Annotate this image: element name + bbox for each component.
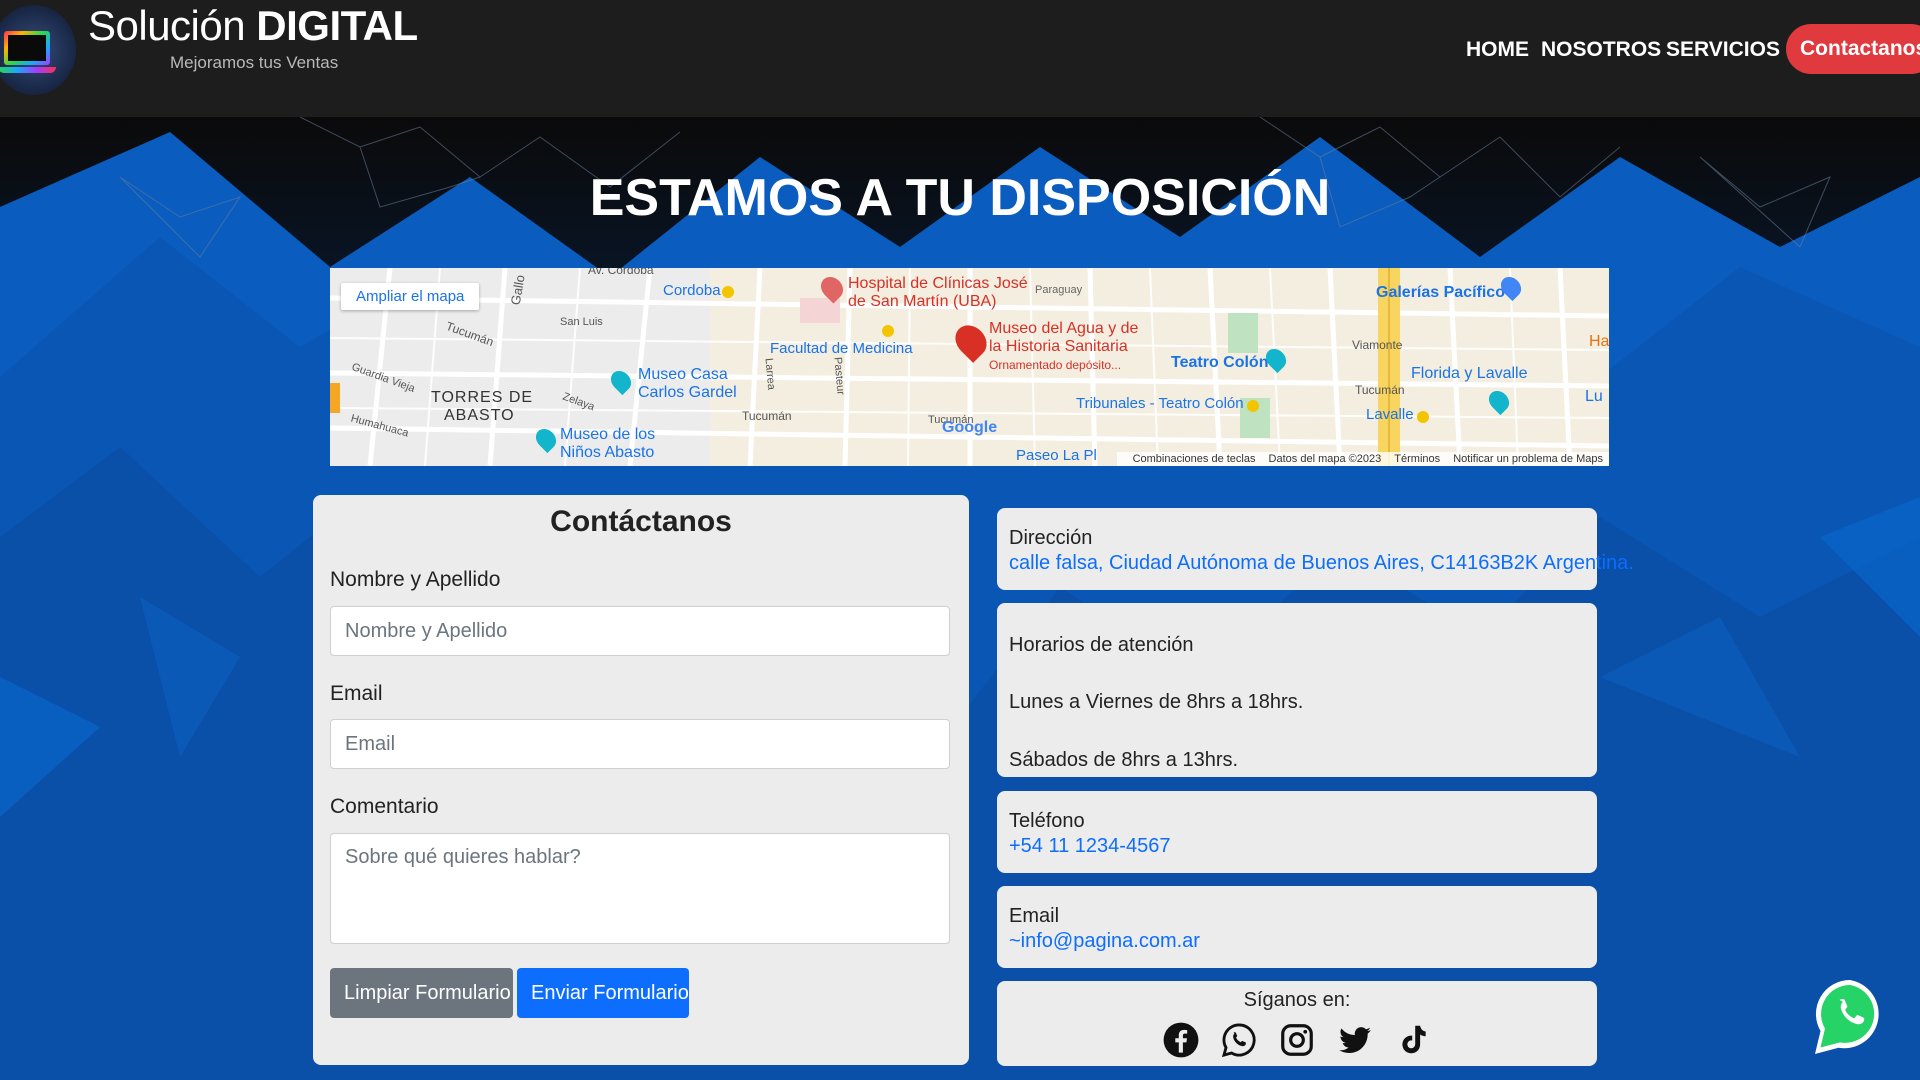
- map-street-label: Av. Córdoba: [588, 268, 654, 277]
- logo[interactable]: [0, 5, 76, 95]
- whatsapp-float-button[interactable]: [1811, 976, 1889, 1060]
- send-form-button[interactable]: Enviar Formulario: [517, 968, 689, 1018]
- page-title: ESTAMOS A TU DISPOSICIÓN: [589, 169, 1331, 227]
- map-street-label: Larrea: [762, 357, 778, 391]
- map-place-label: Florida y Lavalle: [1411, 365, 1528, 382]
- map-place-label: Lavalle: [1366, 406, 1414, 423]
- map-place-label: Teatro Colón: [1171, 354, 1269, 371]
- google-logo: Google: [942, 419, 998, 436]
- map-place-label: Facultad de Medicina: [770, 340, 913, 357]
- map-terms-link[interactable]: Términos: [1394, 453, 1440, 465]
- map-place-label: Tribunales - Teatro Colón: [1076, 395, 1244, 412]
- map-place-label: la Historia Sanitaria: [989, 338, 1128, 355]
- map-place-label: de San Martín (UBA): [848, 293, 997, 310]
- map-street-label: Pasteur: [831, 356, 847, 396]
- map-street-label: Paraguay: [1035, 284, 1083, 296]
- map-report-link[interactable]: Notificar un problema de Maps: [1453, 453, 1603, 465]
- map-place-label: Niños Abasto: [560, 444, 655, 461]
- email-input[interactable]: [330, 719, 950, 769]
- map-data-credit: Datos del mapa ©2023: [1268, 453, 1382, 465]
- map-place-label: Galerías Pacífico: [1376, 284, 1505, 301]
- comment-textarea[interactable]: [330, 833, 950, 944]
- facebook-icon[interactable]: [1162, 1019, 1200, 1061]
- hours-card: Horarios de atención Lunes a Viernes de …: [997, 603, 1597, 777]
- hours-label: Horarios de atención: [1009, 634, 1194, 656]
- instagram-icon[interactable]: [1278, 1019, 1316, 1061]
- map-street-label: Viamonte: [1352, 338, 1403, 352]
- hours-weekdays: Lunes a Viernes de 8hrs a 18hrs.: [1009, 691, 1304, 713]
- laptop-base-icon: [0, 67, 56, 73]
- hours-saturday: Sábados de 8hrs a 13hrs.: [1009, 749, 1239, 771]
- map-place-label: Carlos Gardel: [638, 384, 737, 401]
- keyboard-shortcuts-link[interactable]: Combinaciones de teclas: [1133, 453, 1256, 465]
- map-place-label: Ornamentado depósito...: [989, 358, 1122, 372]
- top-navbar: Solución DIGITAL Mejoramos tus Ventas HO…: [0, 0, 1920, 117]
- map-street-label: Tucumán: [742, 409, 792, 423]
- brand-name[interactable]: Solución DIGITAL: [88, 2, 418, 50]
- form-title: Contáctanos: [550, 505, 732, 538]
- phone-link[interactable]: +54 11 1234-4567: [1009, 833, 1585, 859]
- email-card: Email ~info@pagina.com.ar: [997, 886, 1597, 968]
- nav-nosotros[interactable]: NOSOTROS: [1541, 38, 1661, 62]
- name-input[interactable]: [330, 606, 950, 656]
- map-place-label: Hospital de Clínicas José: [848, 275, 1028, 292]
- tiktok-icon[interactable]: [1394, 1019, 1432, 1061]
- enlarge-map-button[interactable]: Ampliar el mapa: [341, 283, 480, 310]
- email-info-label: Email: [1009, 905, 1060, 927]
- name-label: Nombre y Apellido: [330, 568, 501, 591]
- nav-servicios[interactable]: SERVICIOS: [1666, 38, 1780, 62]
- brand-name-bold: DIGITAL: [256, 2, 418, 49]
- map-street-label: Tucumán: [1355, 383, 1405, 397]
- map-place-label: Lu: [1585, 388, 1603, 405]
- comment-label: Comentario: [330, 795, 439, 818]
- address-link[interactable]: calle falsa, Ciudad Autónoma de Buenos A…: [1009, 550, 1634, 576]
- metro-icon: [722, 286, 734, 298]
- twitter-icon[interactable]: [1336, 1019, 1374, 1061]
- nav-home[interactable]: HOME: [1466, 38, 1529, 62]
- laptop-icon: [4, 31, 50, 65]
- embedded-map[interactable]: Ampliar el mapa Av. Córdoba Gallo Cordob…: [330, 268, 1609, 466]
- clear-form-button[interactable]: Limpiar Formulario: [330, 968, 513, 1018]
- map-place-label: Museo del Agua y de: [989, 320, 1139, 337]
- map-place-label: Museo de los: [560, 426, 656, 443]
- whatsapp-icon[interactable]: [1220, 1019, 1258, 1061]
- address-card: Dirección calle falsa, Ciudad Autónoma d…: [997, 508, 1634, 590]
- contact-form: Contáctanos Nombre y Apellido Email Come…: [313, 495, 969, 1065]
- social-icons: [997, 1019, 1597, 1061]
- map-place-label: Museo Casa: [638, 366, 728, 383]
- brand-tagline: Mejoramos tus Ventas: [170, 53, 339, 72]
- email-link[interactable]: ~info@pagina.com.ar: [1009, 928, 1585, 954]
- nav-contactanos-button[interactable]: Contactanos: [1786, 24, 1920, 74]
- map-footer: Combinaciones de teclas Datos del mapa ©…: [1116, 452, 1609, 466]
- social-card: Síganos en:: [997, 981, 1597, 1066]
- map-neighborhood-label: TORRES DE: [431, 389, 534, 406]
- social-title: Síganos en:: [1243, 989, 1351, 1011]
- brand-name-light: Solución: [88, 2, 246, 49]
- map-street-label: San Luis: [560, 316, 603, 328]
- map-neighborhood-label: ABASTO: [444, 407, 515, 424]
- email-label: Email: [330, 682, 383, 705]
- map-place-label: Ha: [1589, 333, 1609, 350]
- phone-card: Teléfono +54 11 1234-4567: [997, 791, 1597, 873]
- metro-icon: [882, 325, 894, 337]
- map-place-label: Cordoba: [663, 282, 721, 299]
- metro-icon: [1417, 411, 1429, 423]
- phone-label: Teléfono: [1009, 810, 1085, 832]
- map-place-label: Paseo La Pl: [1016, 447, 1097, 464]
- metro-icon: [1247, 400, 1259, 412]
- address-label: Dirección: [1009, 527, 1093, 549]
